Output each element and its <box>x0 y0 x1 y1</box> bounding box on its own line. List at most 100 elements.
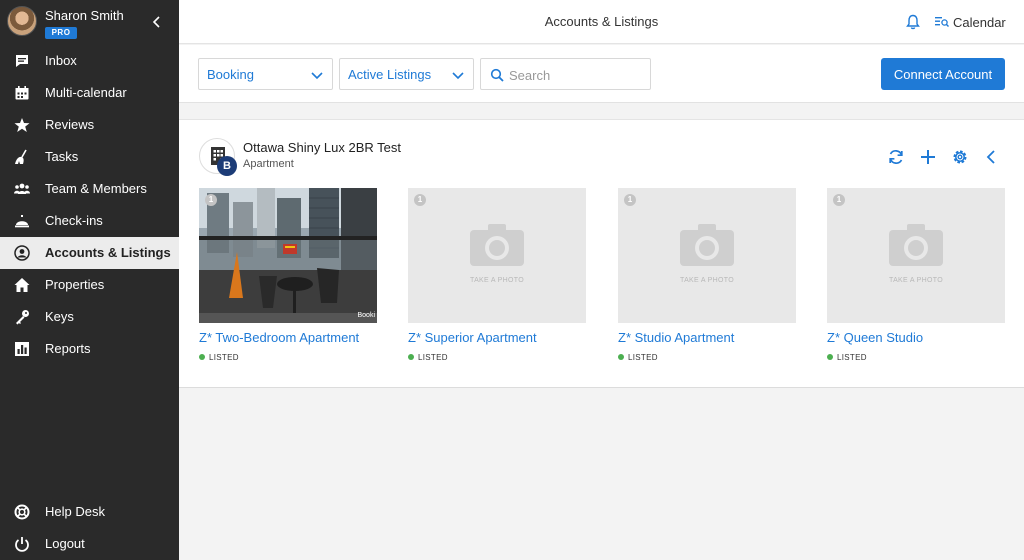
status-dot <box>199 354 205 360</box>
filter-bar: Booking Active Listings Connect Account <box>179 45 1024 103</box>
sidebar-item-label: Accounts & Listings <box>45 245 171 260</box>
sidebar-item-label: Reports <box>45 341 91 356</box>
sidebar-item-check-ins[interactable]: Check-ins <box>0 205 179 237</box>
photo-count-badge: 1 <box>205 194 217 206</box>
page-title: Accounts & Listings <box>544 14 659 29</box>
listing-photo[interactable]: 1 Booki <box>199 188 377 323</box>
sidebar-nav: Inbox Multi-calendar Reviews Tasks Team … <box>0 45 179 365</box>
sidebar-item-accounts-listings[interactable]: Accounts & Listings <box>0 237 179 269</box>
sidebar-item-team-members[interactable]: Team & Members <box>0 173 179 205</box>
listing-photo-placeholder[interactable]: 1 TAKE A PHOTO <box>827 188 1005 323</box>
photo-count-badge: 1 <box>414 194 426 206</box>
profile-header[interactable]: Sharon Smith PRO <box>0 0 179 44</box>
status-label: LISTED <box>418 352 448 362</box>
star-icon <box>14 118 30 132</box>
chat-icon <box>16 55 28 67</box>
camera-icon <box>470 224 524 266</box>
calendar-icon <box>15 86 29 100</box>
take-photo-label: TAKE A PHOTO <box>680 277 734 284</box>
sidebar-item-label: Tasks <box>45 149 79 164</box>
account-card: B Ottawa Shiny Lux 2BR Test Apartment 1 … <box>179 119 1024 388</box>
sidebar-item-label: Properties <box>45 277 105 292</box>
sidebar-item-label: Team & Members <box>45 181 147 196</box>
status-label: LISTED <box>837 352 867 362</box>
connect-account-button[interactable]: Connect Account <box>881 58 1005 90</box>
account-name: Ottawa Shiny Lux 2BR Test <box>243 140 402 155</box>
listing-status: LISTED <box>618 352 658 362</box>
broom-icon <box>15 149 27 164</box>
photo-source-label: Booki <box>357 312 375 319</box>
channel-select[interactable]: Booking <box>198 58 333 90</box>
account-icon <box>14 245 30 261</box>
listing-title[interactable]: Z* Queen Studio <box>827 330 923 345</box>
take-photo-label: TAKE A PHOTO <box>470 277 524 284</box>
bell-service-icon <box>15 215 29 228</box>
booking-channel-badge: B <box>217 156 237 176</box>
search-icon <box>490 68 504 82</box>
status-dot <box>618 354 624 360</box>
key-icon <box>16 310 29 325</box>
sidebar-item-label: Keys <box>45 309 74 324</box>
sidebar-item-label: Multi-calendar <box>45 85 127 100</box>
gear-icon[interactable] <box>951 148 969 166</box>
sidebar-bottom-nav: Help Desk Logout <box>0 496 179 560</box>
sidebar-item-reports[interactable]: Reports <box>0 333 179 365</box>
sidebar-item-label: Logout <box>45 536 85 551</box>
status-label: LISTED <box>628 352 658 362</box>
chevron-left-icon[interactable] <box>150 14 164 30</box>
account-type: Apartment <box>243 158 294 170</box>
status-dot <box>408 354 414 360</box>
add-icon[interactable] <box>919 148 937 166</box>
sidebar-item-reviews[interactable]: Reviews <box>0 109 179 141</box>
listing-title[interactable]: Z* Superior Apartment <box>408 330 537 345</box>
listing-status: LISTED <box>199 352 239 362</box>
listing-status-select[interactable]: Active Listings <box>339 58 474 90</box>
calendar-search-icon <box>935 17 949 27</box>
team-icon <box>14 183 30 194</box>
listing-status-value: Active Listings <box>348 67 432 82</box>
calendar-link-label: Calendar <box>953 14 1006 30</box>
sidebar-item-label: Check-ins <box>45 213 103 228</box>
sidebar-item-properties[interactable]: Properties <box>0 269 179 301</box>
top-header: Accounts & Listings Calendar <box>179 0 1024 44</box>
camera-icon <box>889 224 943 266</box>
sidebar-item-inbox[interactable]: Inbox <box>0 45 179 77</box>
sidebar-item-help-desk[interactable]: Help Desk <box>0 496 179 528</box>
status-dot <box>827 354 833 360</box>
sidebar-item-logout[interactable]: Logout <box>0 528 179 560</box>
search-input[interactable] <box>509 65 644 85</box>
balcony-photo <box>199 188 377 323</box>
sidebar-item-label: Reviews <box>45 117 95 132</box>
listing-photo-placeholder[interactable]: 1 TAKE A PHOTO <box>408 188 586 323</box>
camera-icon <box>680 224 734 266</box>
lifebuoy-icon <box>14 504 30 520</box>
calendar-link[interactable]: Calendar <box>935 13 1006 31</box>
power-icon <box>15 537 29 552</box>
avatar[interactable] <box>7 6 37 36</box>
pro-badge: PRO <box>45 27 77 39</box>
photo-count-badge: 1 <box>624 194 636 206</box>
take-photo-label: TAKE A PHOTO <box>889 277 943 284</box>
photo-count-badge: 1 <box>833 194 845 206</box>
home-icon <box>14 278 30 292</box>
listing-status: LISTED <box>827 352 867 362</box>
profile-name: Sharon Smith <box>45 8 124 23</box>
listing-photo-placeholder[interactable]: 1 TAKE A PHOTO <box>618 188 796 323</box>
chart-icon <box>15 342 29 356</box>
notification-bell-icon[interactable] <box>905 14 921 30</box>
chevron-left-icon[interactable] <box>983 148 1001 166</box>
sidebar-item-keys[interactable]: Keys <box>0 301 179 333</box>
search-box <box>480 58 651 90</box>
status-label: LISTED <box>209 352 239 362</box>
chevron-down-icon <box>452 72 464 80</box>
channel-select-value: Booking <box>207 67 254 82</box>
listing-status: LISTED <box>408 352 448 362</box>
chevron-down-icon <box>311 72 323 80</box>
sidebar-item-label: Help Desk <box>45 504 105 519</box>
refresh-icon[interactable] <box>887 148 905 166</box>
sidebar-item-multi-calendar[interactable]: Multi-calendar <box>0 77 179 109</box>
listing-title[interactable]: Z* Studio Apartment <box>618 330 734 345</box>
listing-title[interactable]: Z* Two-Bedroom Apartment <box>199 330 359 345</box>
sidebar-item-tasks[interactable]: Tasks <box>0 141 179 173</box>
sidebar: Sharon Smith PRO Inbox Multi-calendar Re… <box>0 0 179 560</box>
